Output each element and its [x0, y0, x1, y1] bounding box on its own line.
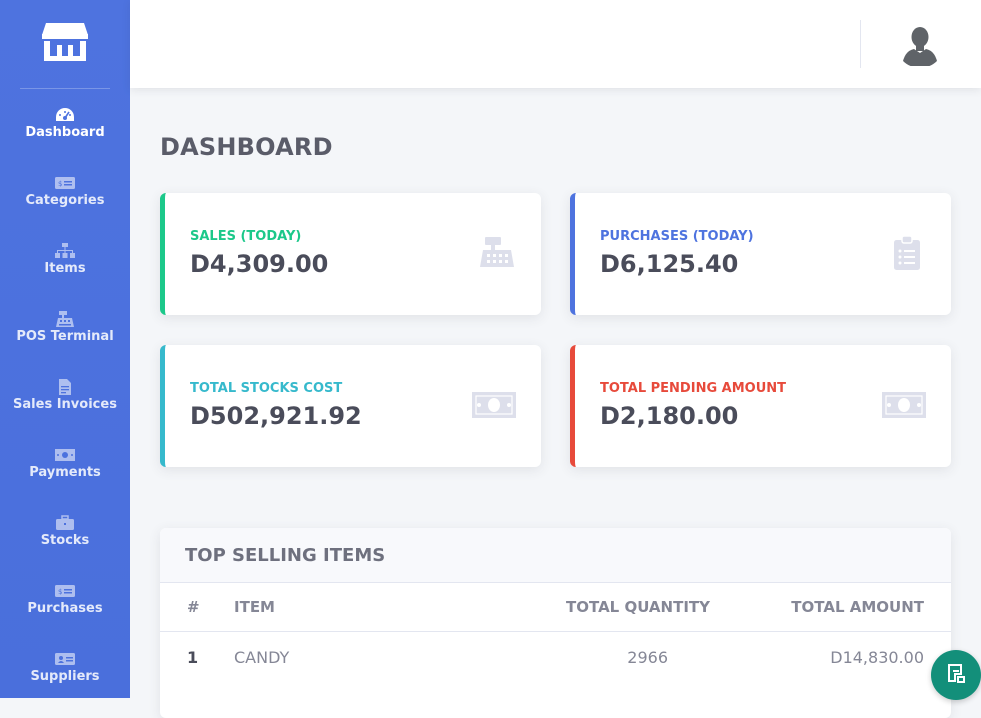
money-icon: $ [54, 174, 76, 192]
column-header-total-quantity[interactable]: TOTAL QUANTITY [494, 583, 710, 632]
sidebar-divider [20, 88, 110, 89]
money-bill-icon [54, 446, 76, 464]
sidebar-item-label: Payments [29, 465, 101, 480]
topbar [130, 0, 981, 88]
money-bill-icon [881, 385, 927, 425]
table-row[interactable]: 1 CANDY 2966 D14,830.00 [160, 631, 951, 682]
column-header-rank[interactable]: # [160, 583, 234, 632]
store-icon [40, 21, 90, 67]
money-bill-icon [471, 385, 517, 425]
card-value: D4,309.00 [190, 250, 329, 278]
sidebar-item-stocks[interactable]: Stocks [0, 514, 130, 574]
total-stocks-cost-card: TOTAL STOCKS COST D502,921.92 [160, 345, 541, 467]
sales-today-card: SALES (TODAY) D4,309.00 [160, 193, 541, 315]
invoice-icon [54, 378, 76, 396]
briefcase-icon [54, 514, 76, 532]
card-label: TOTAL STOCKS COST [190, 381, 343, 396]
user-avatar-icon [896, 20, 944, 68]
column-header-total-amount[interactable]: TOTAL AMOUNT [710, 583, 951, 632]
sidebar-item-categories[interactable]: $ Categories [0, 174, 130, 234]
card-value: D502,921.92 [190, 402, 362, 430]
sidebar-item-label: Categories [25, 193, 105, 208]
sidebar-item-label: Stocks [40, 533, 90, 548]
sidebar-item-pos-terminal[interactable]: POS Terminal [0, 310, 130, 370]
topbar-divider [860, 20, 861, 68]
sidebar-item-label: Items [44, 261, 86, 276]
cell-total-quantity: 2966 [494, 631, 710, 682]
user-avatar[interactable] [896, 20, 944, 68]
cell-item: CANDY [234, 631, 494, 682]
sidebar-item-purchases[interactable]: $ Purchases [0, 582, 130, 642]
sidebar-item-dashboard[interactable]: Dashboard [0, 106, 130, 166]
card-label: PURCHASES (TODAY) [600, 229, 754, 244]
card-value: D6,125.40 [600, 250, 739, 278]
top-selling-table: # ITEM TOTAL QUANTITY TOTAL AMOUNT 1 CAN… [160, 583, 951, 682]
cash-register-icon [477, 233, 517, 273]
chat-widget-icon [944, 661, 968, 689]
card-label: SALES (TODAY) [190, 229, 302, 244]
sidebar: Dashboard $ Categories Items POS Termina… [0, 0, 130, 698]
sidebar-item-label: Sales Invoices [13, 397, 117, 412]
cash-register-icon [54, 310, 76, 328]
id-card-icon [54, 650, 76, 668]
money-icon: $ [54, 582, 76, 600]
sitemap-icon [54, 242, 76, 260]
cell-total-amount: D14,830.00 [710, 631, 951, 682]
sidebar-item-suppliers[interactable]: Suppliers [0, 650, 130, 710]
chat-widget-button[interactable] [931, 650, 981, 700]
tachometer-icon [54, 106, 76, 124]
sidebar-item-payments[interactable]: Payments [0, 446, 130, 506]
sidebar-item-sales-invoices[interactable]: Sales Invoices [0, 378, 130, 438]
sidebar-item-label: Dashboard [25, 125, 105, 140]
clipboard-list-icon [887, 233, 927, 273]
brand-logo[interactable] [0, 0, 130, 88]
column-header-item[interactable]: ITEM [234, 583, 494, 632]
card-label: TOTAL PENDING AMOUNT [600, 381, 786, 396]
sidebar-item-label: Purchases [27, 601, 103, 616]
page-title: DASHBOARD [160, 133, 333, 161]
table-header-row: # ITEM TOTAL QUANTITY TOTAL AMOUNT [160, 583, 951, 632]
card-value: D2,180.00 [600, 402, 739, 430]
sidebar-item-label: Suppliers [30, 669, 100, 684]
cell-rank: 1 [160, 631, 234, 682]
total-pending-amount-card: TOTAL PENDING AMOUNT D2,180.00 [570, 345, 951, 467]
sidebar-item-items[interactable]: Items [0, 242, 130, 302]
top-selling-items-card: TOP SELLING ITEMS # ITEM TOTAL QUANTITY … [160, 528, 951, 718]
card-title: TOP SELLING ITEMS [160, 528, 951, 583]
svg-text:$: $ [58, 180, 62, 188]
sidebar-item-label: POS Terminal [16, 329, 114, 344]
svg-text:$: $ [58, 588, 62, 596]
purchases-today-card: PURCHASES (TODAY) D6,125.40 [570, 193, 951, 315]
